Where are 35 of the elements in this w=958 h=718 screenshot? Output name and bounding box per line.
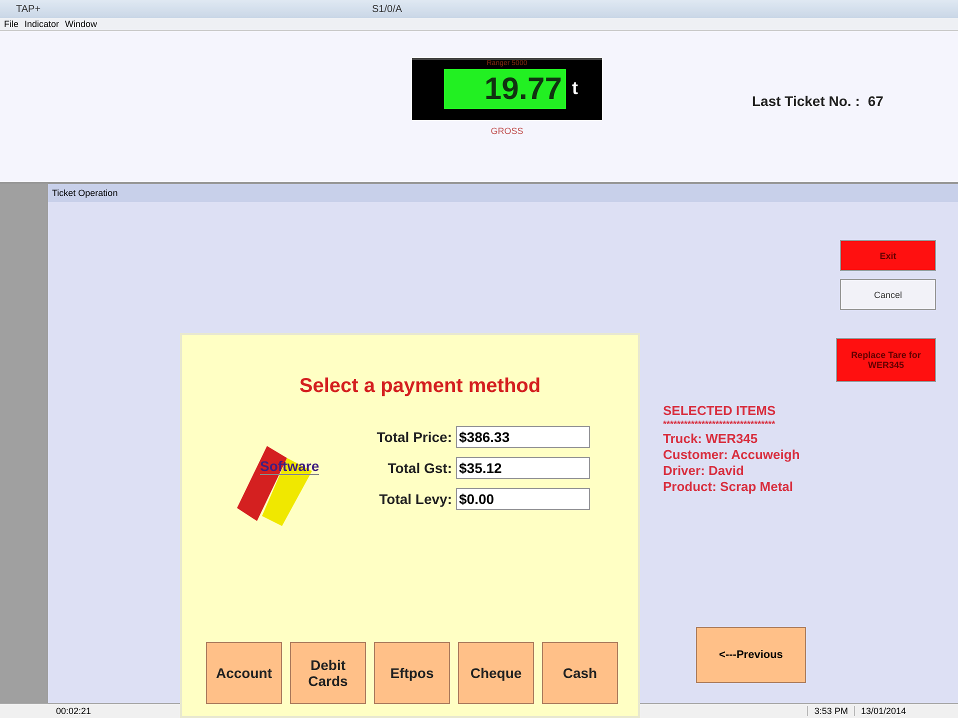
field-label: Total Price:	[376, 429, 452, 445]
selected-item: Truck: WER345	[663, 431, 759, 447]
selected-item: Driver: David	[663, 463, 745, 479]
dialog-title: Select a payment method	[298, 375, 542, 398]
previous-button[interactable]: <---Previous	[696, 627, 806, 683]
last-ticket-number: 67	[868, 93, 884, 109]
field-label: Total Levy:	[378, 491, 452, 507]
input-field[interactable]: $0.00	[456, 488, 590, 510]
weight-unit: t	[572, 78, 579, 99]
payment-button[interactable]: Debit Cards	[290, 642, 366, 704]
field-label: Total Gst:	[386, 460, 452, 476]
window-subtitle: S1/0/A	[372, 4, 402, 14]
window-title: TAP+	[15, 4, 41, 14]
payment-button[interactable]: Eftpos	[374, 642, 450, 704]
payment-button[interactable]: Cash	[542, 642, 618, 704]
menu-item[interactable]: Indicator	[24, 19, 60, 29]
selected-item: Customer: Accuweigh	[663, 447, 800, 463]
menu-item[interactable]: File	[4, 19, 19, 29]
side-button[interactable]: Cancel	[840, 279, 936, 310]
separator-text: ********************************	[663, 419, 776, 429]
menu-item[interactable]: Window	[65, 19, 98, 29]
input-field[interactable]: $35.12	[456, 457, 590, 479]
payment-button[interactable]: Account	[206, 642, 282, 704]
input-field[interactable]: $386.33	[456, 426, 590, 448]
payment-button[interactable]: Cheque	[458, 642, 534, 704]
status-date: 13/01/2014	[854, 706, 912, 716]
logo-text: Software	[260, 458, 320, 475]
panel-title: Ticket Operation	[52, 188, 118, 198]
last-ticket-label: Last Ticket No. :	[752, 93, 860, 109]
elapsed-time: 00:02:21	[56, 706, 92, 716]
selected-item: Product: Scrap Metal	[663, 479, 794, 495]
weight-mode: GROSS	[490, 126, 524, 136]
selected-items-heading: SELECTED ITEMS	[663, 403, 777, 419]
status-time: 3:53 PM	[807, 706, 854, 716]
weight-reading: 19.77	[444, 68, 566, 108]
